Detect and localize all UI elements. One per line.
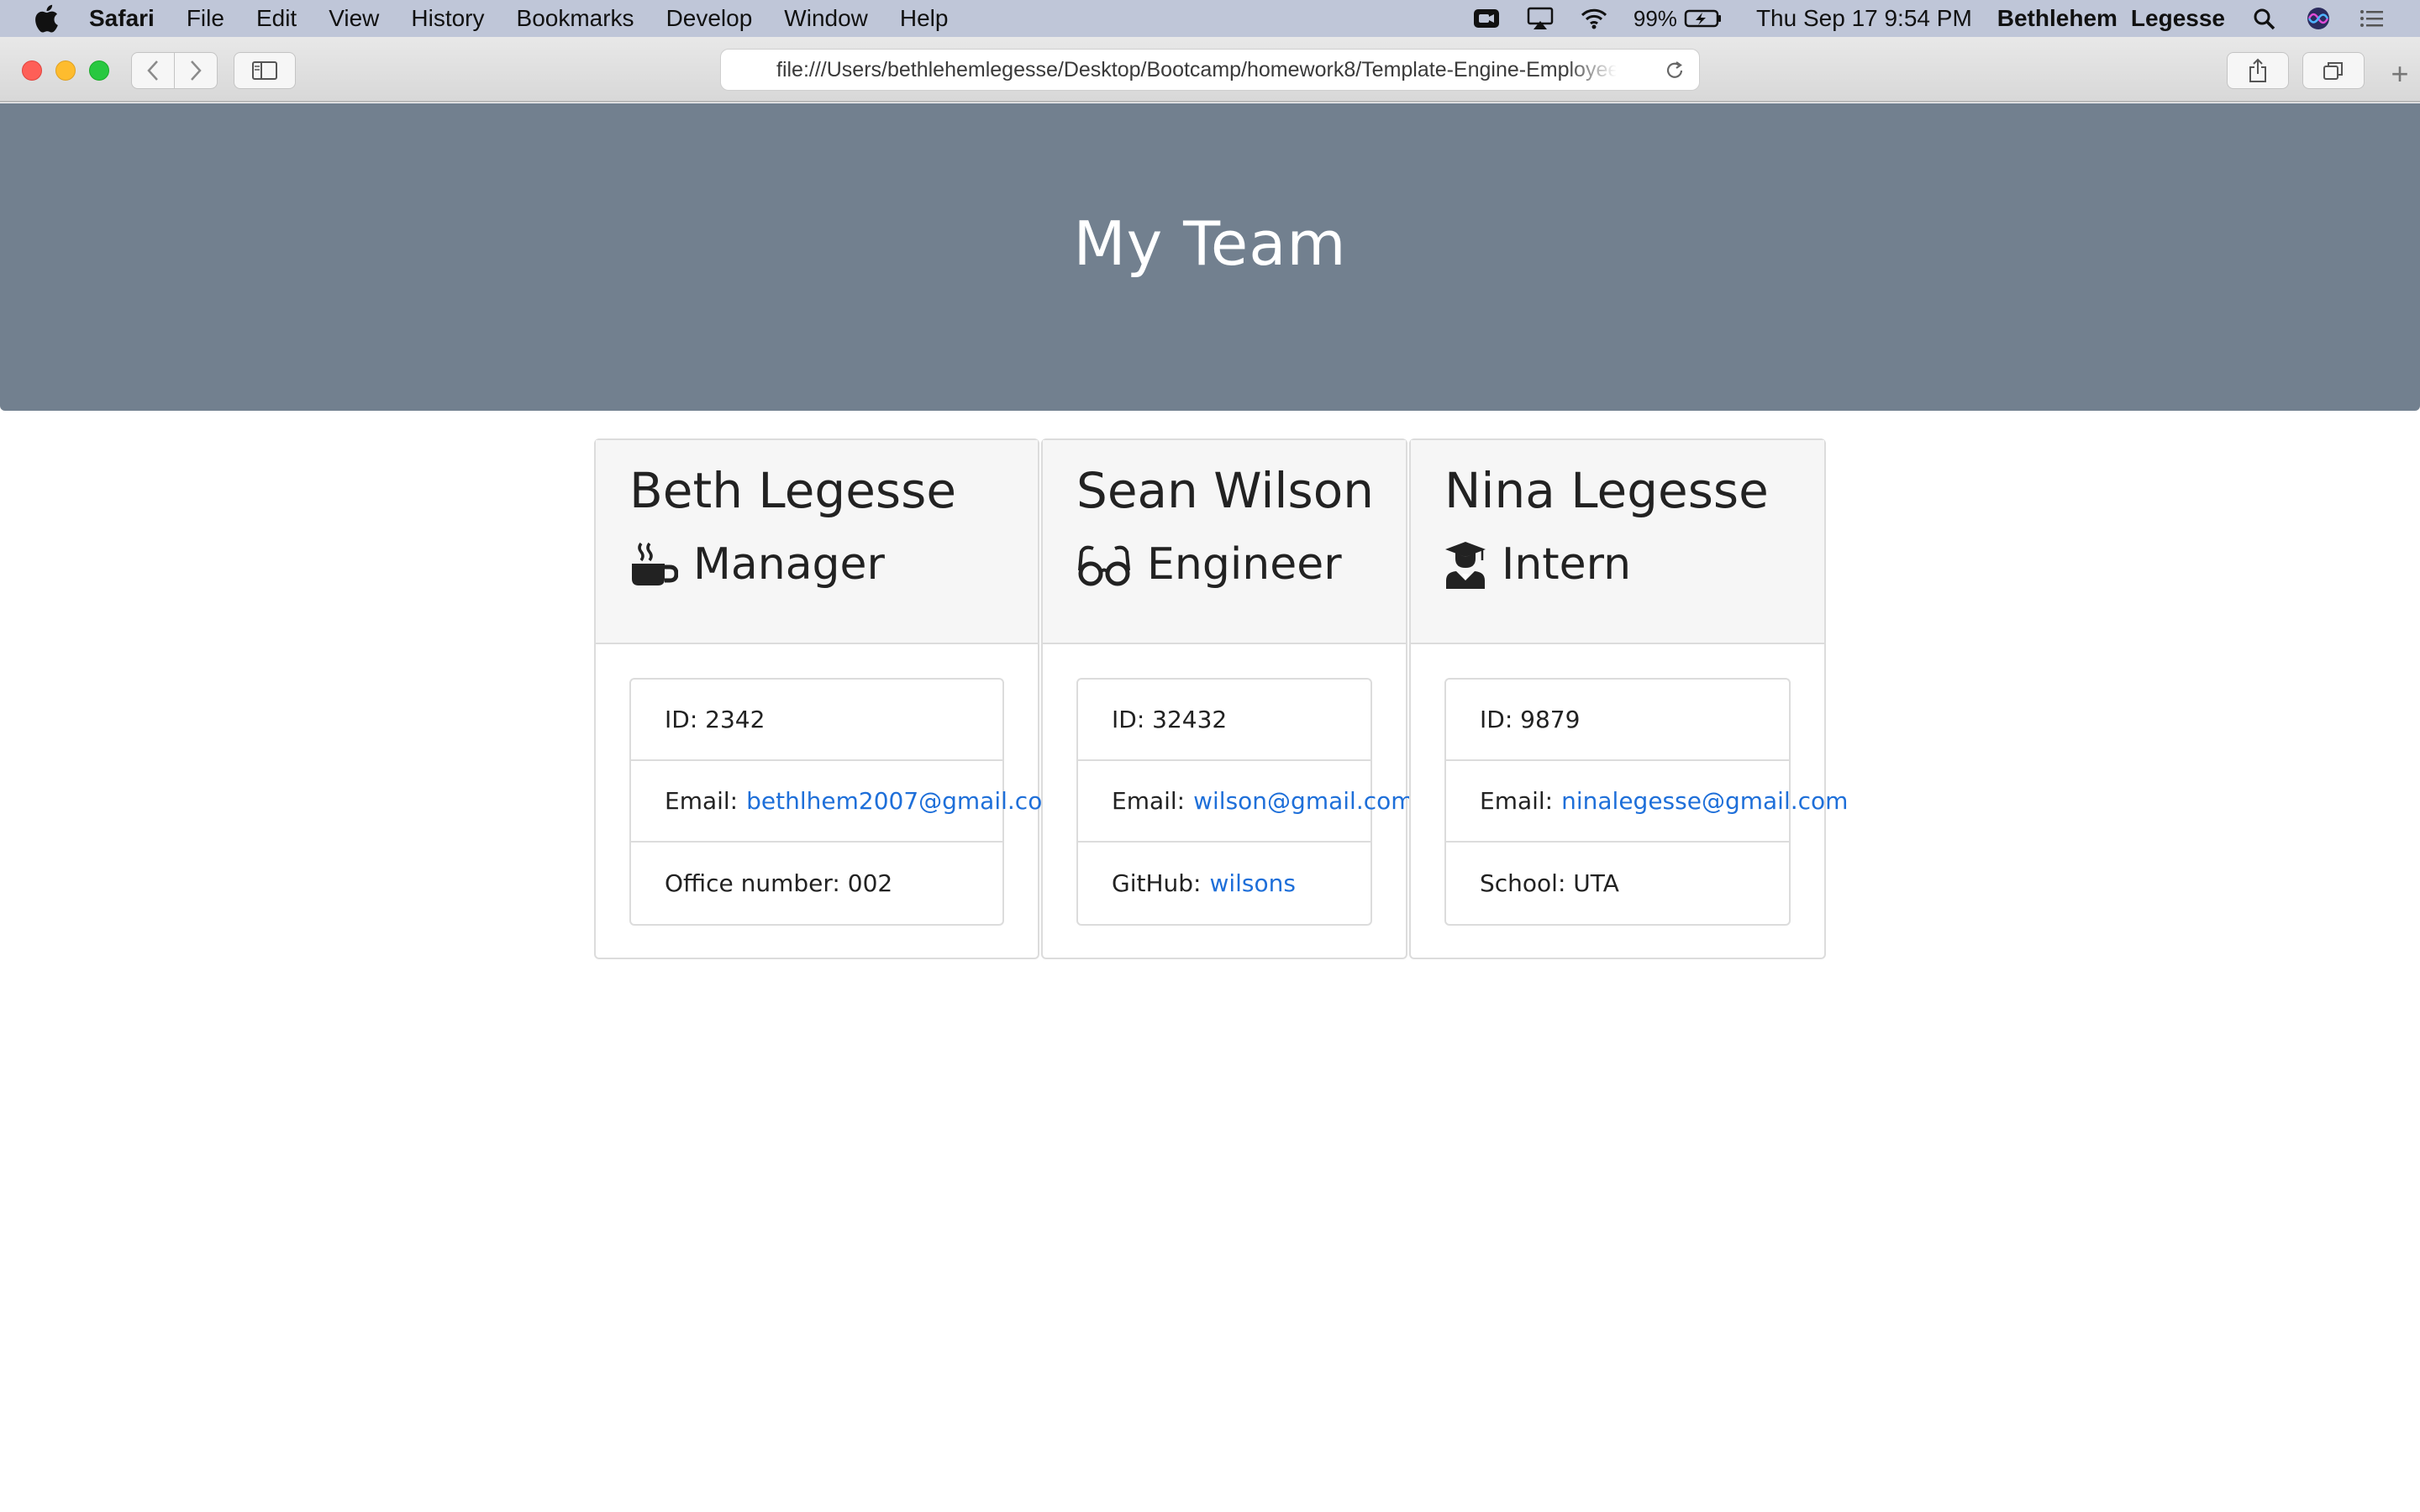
email-label: Email: (1112, 787, 1186, 815)
status-area: 99% Thu Sep 17 9:54 PM Bethlehem Legesse (1472, 0, 2386, 37)
back-button[interactable] (131, 52, 175, 89)
card-header: Sean Wilson Engineer (1043, 440, 1406, 644)
tabs-icon (2323, 62, 2343, 80)
glasses-icon (1076, 540, 1132, 589)
reload-icon[interactable] (1662, 58, 1687, 83)
employee-cards: Beth Legesse Manager ID: 2342 Email: bet… (594, 438, 1848, 959)
info-list: ID: 32432 Email: wilson@gmail.com GitHub… (1076, 678, 1414, 926)
forward-button[interactable] (174, 52, 218, 89)
card-body: ID: 9879 Email: ninalegesse@gmail.com Sc… (1411, 644, 1848, 959)
employee-card-manager: Beth Legesse Manager ID: 2342 Email: bet… (594, 438, 1065, 959)
info-office-number: Office number: 002 (631, 843, 1002, 924)
id-value: 2342 (705, 706, 765, 733)
menu-bookmarks[interactable]: Bookmarks (517, 5, 634, 32)
school-label: School: (1480, 869, 1566, 897)
employee-role: Manager (629, 539, 1038, 590)
menu-develop[interactable]: Develop (666, 5, 753, 32)
office-number-value: 002 (847, 869, 893, 897)
role-label: Intern (1502, 539, 1632, 590)
sidebar-icon (252, 61, 277, 80)
card-body: ID: 2342 Email: bethlhem2007@gmail.com O… (596, 644, 1065, 959)
menu-file[interactable]: File (187, 5, 224, 32)
apple-icon[interactable] (34, 3, 59, 34)
menu-safari[interactable]: Safari (89, 5, 155, 32)
browser-toolbar: file:///Users/bethlehemlegesse/Desktop/B… (0, 37, 2420, 102)
info-email: Email: bethlhem2007@gmail.com (631, 761, 1065, 843)
menu-view[interactable]: View (329, 5, 379, 32)
employee-name: Sean Wilson (1076, 462, 1375, 519)
github-link[interactable]: wilsons (1209, 869, 1296, 897)
id-value: 32432 (1152, 706, 1228, 733)
video-camera-icon[interactable] (1472, 6, 1501, 31)
employee-name: Beth Legesse (629, 462, 957, 519)
email-link[interactable]: ninalegesse@gmail.com (1561, 787, 1848, 815)
email-link[interactable]: wilson@gmail.com (1193, 787, 1413, 815)
user-last-name[interactable]: Legesse (2131, 5, 2225, 32)
info-github: GitHub: wilsons (1078, 843, 1370, 924)
wifi-icon[interactable] (1580, 6, 1608, 31)
new-tab-button[interactable]: + (2383, 57, 2417, 91)
airplay-icon[interactable] (1526, 6, 1555, 31)
menu-history[interactable]: History (411, 5, 484, 32)
page-title: My Team (1073, 208, 1347, 279)
info-list: ID: 9879 Email: ninalegesse@gmail.com Sc… (1444, 678, 1848, 926)
office-number-label: Office number: (665, 869, 840, 897)
window-close-button[interactable] (22, 60, 42, 81)
address-bar[interactable]: file:///Users/bethlehemlegesse/Desktop/B… (720, 49, 1700, 91)
info-school: School: UTA (1446, 843, 1789, 924)
menu-edit[interactable]: Edit (256, 5, 297, 32)
id-label: ID: (1112, 706, 1145, 733)
info-id: ID: 9879 (1446, 680, 1789, 761)
card-header: Nina Legesse Intern (1411, 440, 1824, 644)
info-list: ID: 2342 Email: bethlhem2007@gmail.com O… (629, 678, 1065, 926)
clock[interactable]: Thu Sep 17 9:54 PM (1756, 5, 1972, 32)
id-label: ID: (665, 706, 698, 733)
menu-bar: Safari File Edit View History Bookmarks … (0, 0, 2420, 37)
window-zoom-button[interactable] (89, 60, 109, 81)
user-first-name[interactable]: Bethlehem (1997, 5, 2118, 32)
share-button[interactable] (2227, 52, 2289, 89)
employee-card-engineer: Sean Wilson Engineer ID: 32432 Email: wi… (1041, 438, 1414, 959)
id-label: ID: (1480, 706, 1513, 733)
employee-role: Engineer (1076, 539, 1406, 590)
header-banner: My Team (0, 103, 2420, 411)
employee-name: Nina Legesse (1444, 462, 1769, 519)
menu-help[interactable]: Help (900, 5, 949, 32)
employee-role: Intern (1444, 539, 1824, 590)
chevron-left-icon (147, 60, 158, 81)
url-text[interactable]: file:///Users/bethlehemlegesse/Desktop/B… (776, 58, 1617, 82)
battery-percentage: 99% (1633, 5, 1677, 31)
id-value: 9879 (1520, 706, 1581, 733)
github-label: GitHub: (1112, 869, 1202, 897)
tab-overview-button[interactable] (2302, 52, 2365, 89)
info-id: ID: 2342 (631, 680, 1002, 761)
siri-icon[interactable] (2304, 6, 2333, 31)
role-label: Engineer (1147, 539, 1342, 590)
notification-center-icon[interactable] (2358, 6, 2386, 31)
menu-window[interactable]: Window (784, 5, 868, 32)
info-id: ID: 32432 (1078, 680, 1370, 761)
graduate-icon (1444, 540, 1486, 589)
info-email: Email: ninalegesse@gmail.com (1446, 761, 1848, 843)
share-icon (2249, 58, 2266, 82)
card-body: ID: 32432 Email: wilson@gmail.com GitHub… (1043, 644, 1414, 959)
email-label: Email: (665, 787, 739, 815)
email-label: Email: (1480, 787, 1554, 815)
chevron-right-icon (191, 60, 202, 81)
school-value: UTA (1573, 869, 1619, 897)
mug-icon (629, 540, 678, 589)
window-minimize-button[interactable] (55, 60, 76, 81)
employee-card-intern: Nina Legesse Intern ID: 9879 Email: nina… (1409, 438, 1848, 959)
email-link[interactable]: bethlhem2007@gmail.com (746, 787, 1065, 815)
card-header: Beth Legesse Manager (596, 440, 1038, 644)
info-email: Email: wilson@gmail.com (1078, 761, 1414, 843)
web-page: My Team Beth Legesse Manager ID: 2342 Em… (0, 103, 2420, 1512)
sidebar-toggle-button[interactable] (234, 52, 296, 89)
role-label: Manager (693, 539, 885, 590)
battery-icon[interactable] (1684, 6, 1723, 31)
spotlight-search-icon[interactable] (2250, 6, 2279, 31)
